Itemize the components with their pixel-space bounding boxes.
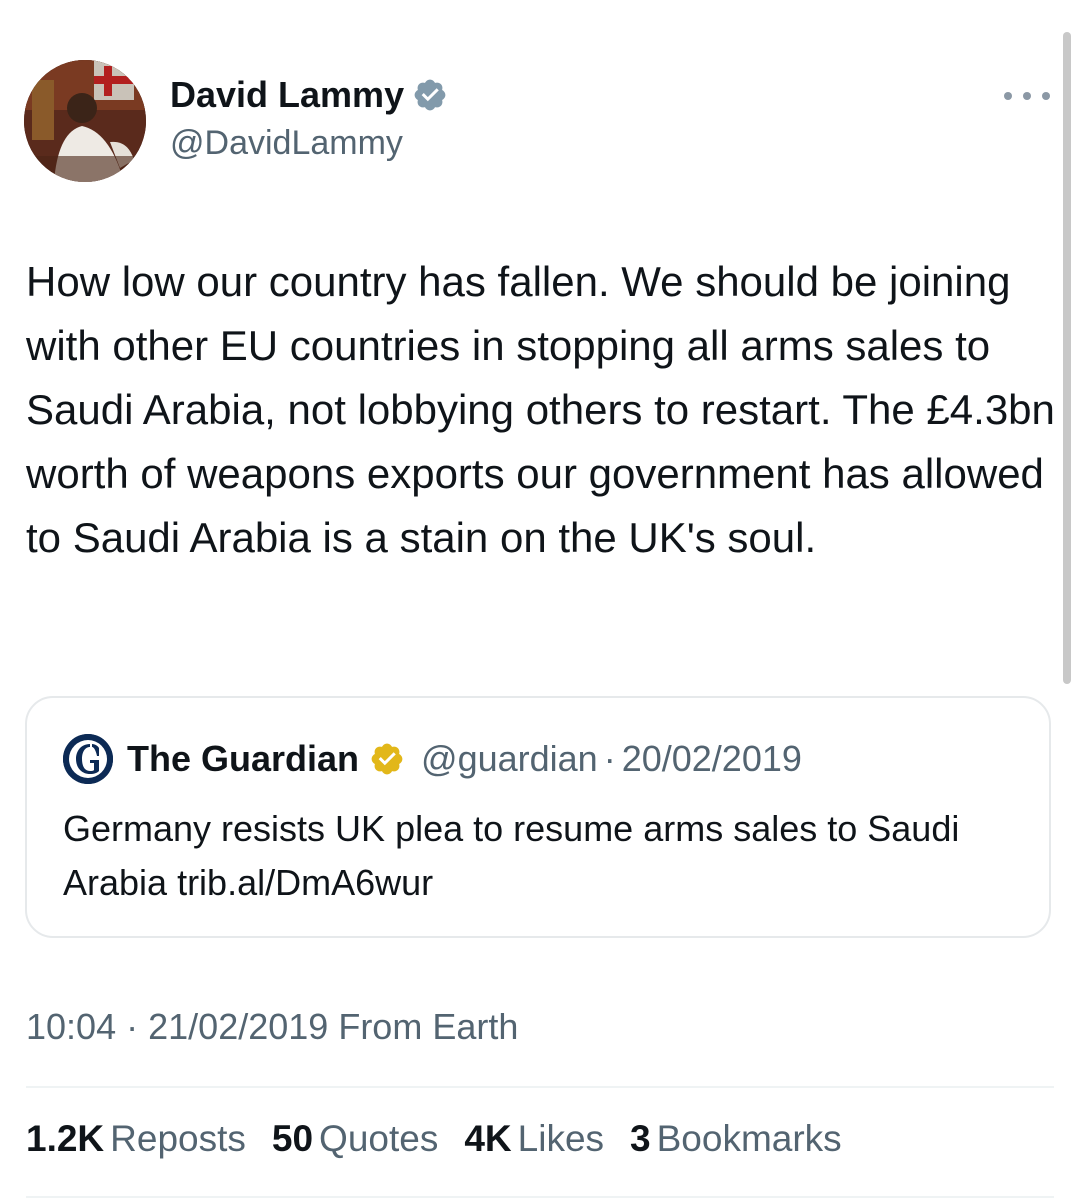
quoted-author-handle[interactable]: @guardian	[421, 738, 598, 780]
tweet-meta: 10:04 · 21/02/2019 From Earth	[26, 1006, 518, 1048]
quotes-label: Quotes	[319, 1118, 439, 1159]
more-dot	[1042, 92, 1050, 100]
likes-label: Likes	[517, 1118, 605, 1159]
reposts-stat[interactable]: 1.2K Reposts	[26, 1118, 246, 1160]
quoted-separator: ·	[603, 738, 616, 779]
quotes-count: 50	[271, 1118, 314, 1159]
quoted-tweet-header: The Guardian @guardian · 20/02/2019	[63, 734, 802, 784]
tweet-source: From Earth	[338, 1006, 519, 1047]
author-name-text[interactable]: David Lammy	[170, 74, 404, 116]
divider	[26, 1086, 1054, 1088]
avatar-photo	[24, 60, 146, 182]
author-name[interactable]: David Lammy	[170, 74, 448, 116]
tweet-text: How low our country has fallen. We shoul…	[26, 258, 1055, 561]
bookmarks-label: Bookmarks	[656, 1118, 842, 1159]
author-avatar[interactable]	[24, 60, 146, 182]
engagement-stats: 1.2K Reposts 50 Quotes 4K Likes 3 Bookmarks	[26, 1118, 868, 1160]
divider-bottom	[26, 1196, 1054, 1198]
more-options-icon[interactable]	[1004, 78, 1050, 114]
scrollbar[interactable]	[1063, 32, 1071, 684]
more-dot	[1023, 92, 1031, 100]
bookmarks-stat[interactable]: 3 Bookmarks	[630, 1118, 842, 1160]
quoted-author-name[interactable]: The Guardian	[127, 738, 359, 780]
verified-badge-icon[interactable]	[412, 77, 448, 113]
guardian-logo-icon[interactable]	[63, 734, 113, 784]
bookmarks-count: 3	[630, 1118, 651, 1159]
likes-count: 4K	[464, 1118, 512, 1159]
tweet-time[interactable]: 10:04	[26, 1006, 116, 1047]
quoted-tweet-text: Germany resists UK plea to resume arms s…	[63, 808, 960, 903]
more-dot	[1004, 92, 1012, 100]
meta-separator: ·	[126, 1006, 139, 1047]
quoted-tweet-card[interactable]: The Guardian @guardian · 20/02/2019 Germ…	[25, 696, 1051, 938]
verified-gold-badge-icon[interactable]	[369, 741, 405, 777]
reposts-label: Reposts	[110, 1118, 246, 1159]
author-handle[interactable]: @DavidLammy	[170, 124, 403, 163]
likes-stat[interactable]: 4K Likes	[464, 1118, 604, 1160]
reposts-count: 1.2K	[26, 1118, 105, 1159]
quoted-date[interactable]: 20/02/2019	[622, 738, 802, 780]
tweet-date[interactable]: 21/02/2019	[148, 1006, 328, 1047]
quotes-stat[interactable]: 50 Quotes	[272, 1118, 438, 1160]
